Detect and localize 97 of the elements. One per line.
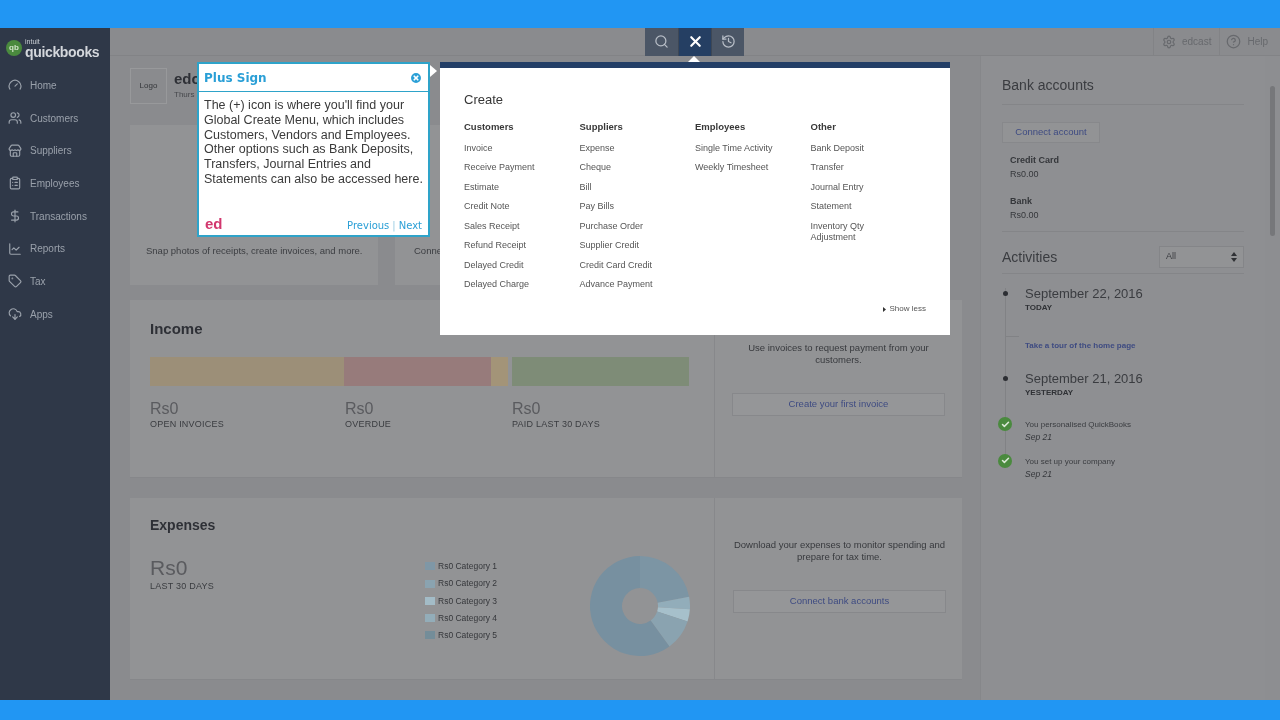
- menu-item[interactable]: Estimate: [464, 181, 554, 193]
- menu-item[interactable]: Refund Receipt: [464, 240, 554, 252]
- people-icon: [8, 111, 22, 126]
- sidebar-item[interactable]: Transactions: [0, 199, 110, 233]
- sidebar-item[interactable]: Reports: [0, 232, 110, 266]
- gauge-icon: [8, 78, 22, 93]
- menu-item[interactable]: Expense: [579, 142, 670, 154]
- menu-item[interactable]: Bill: [579, 181, 670, 193]
- activities-title: Activities: [1002, 247, 1058, 267]
- expenses-amount: Rs0: [150, 556, 189, 580]
- legend-label: Rs0 Category 1: [438, 560, 498, 573]
- menu-heading: Other: [810, 119, 837, 134]
- menu-item[interactable]: Inventory Qty Adjustment: [810, 220, 901, 243]
- menu-item[interactable]: Delayed Charge: [464, 279, 554, 291]
- menu-item[interactable]: Single Time Activity: [695, 142, 785, 154]
- account-balance: Rs0.00: [1010, 208, 1040, 222]
- stat-amount: Rs0: [150, 399, 180, 418]
- popup-body: The (+) icon is where you'll find your Global Create Menu, which includes Customers, Vendors and Employees. Other options such as Bank Deposits, Transfers, Journal Entries and Statements can also be accessed here.: [203, 97, 424, 187]
- line-chart-icon: [8, 241, 22, 256]
- menu-item[interactable]: Supplier Credit: [579, 240, 670, 252]
- toolbar-button[interactable]: [711, 27, 744, 56]
- tag-icon: [8, 274, 22, 289]
- activity-time: Sep 21: [1025, 467, 1053, 481]
- bank-accounts-title: Bank accounts: [1002, 76, 1095, 95]
- close-icon[interactable]: [409, 70, 423, 85]
- menu-item[interactable]: Advance Payment: [579, 279, 670, 291]
- menu-item[interactable]: Journal Entry: [810, 181, 901, 193]
- history-icon: [720, 34, 736, 49]
- menu-item[interactable]: Delayed Credit: [464, 259, 554, 271]
- brand-logo: ed: [205, 215, 223, 233]
- menu-heading: Customers: [464, 119, 515, 134]
- sidebar-item[interactable]: Employees: [0, 167, 110, 200]
- caret-icon: [882, 306, 886, 312]
- menu-item[interactable]: Pay Bills: [579, 201, 670, 213]
- toolbar-button[interactable]: [678, 27, 711, 56]
- account-name: Credit Card: [1010, 154, 1060, 167]
- sidebar-item[interactable]: Customers: [0, 101, 110, 135]
- expenses-period: LAST 30 DAYS: [150, 580, 215, 593]
- sidebar-item[interactable]: Tax: [0, 265, 110, 298]
- check-icon: [998, 453, 1012, 468]
- stat-label: OPEN INVOICES: [150, 417, 225, 431]
- stat-label: PAID LAST 30 DAYS: [512, 417, 601, 431]
- legend-label: Rs0 Category 5: [438, 629, 498, 642]
- help-icon: [1226, 34, 1242, 49]
- cloud-icon: [8, 307, 22, 322]
- menu-item[interactable]: Transfer: [810, 162, 901, 174]
- income-title: Income: [150, 319, 204, 339]
- settings-icon: [1161, 34, 1176, 49]
- popup-title: Plus Sign: [204, 69, 267, 87]
- menu-item[interactable]: Sales Receipt: [464, 220, 554, 232]
- check-icon: [998, 417, 1012, 431]
- activity-time: Sep 21: [1025, 431, 1053, 444]
- legend-label: Rs0 Category 4: [438, 611, 498, 625]
- clipboard-icon: [8, 176, 22, 191]
- activity-date: September 22, 2016: [1025, 286, 1144, 302]
- menu-item[interactable]: Purchase Order: [579, 220, 670, 232]
- activity-filter[interactable]: All: [1159, 246, 1244, 268]
- stat-amount: Rs0: [345, 399, 375, 418]
- show-less-link[interactable]: Show less: [889, 303, 926, 315]
- sidebar-item[interactable]: Home: [0, 69, 110, 102]
- menu-item[interactable]: Invoice: [464, 142, 554, 154]
- stat-amount: Rs0: [512, 399, 542, 418]
- sidebar-item[interactable]: Suppliers: [0, 134, 110, 168]
- menu-item[interactable]: Credit Note: [464, 201, 554, 213]
- store-icon: [8, 143, 22, 158]
- legend-label: Rs0 Category 2: [438, 577, 498, 590]
- account-balance: Rs0.00: [1010, 167, 1040, 181]
- menu-item[interactable]: Cheque: [579, 162, 670, 174]
- income-prompt: Use invoices to request payment from your customers.: [747, 342, 930, 366]
- search-icon: [654, 34, 669, 49]
- logo-upload-field[interactable]: Logo: [130, 68, 167, 104]
- legend-label: Rs0 Category 3: [438, 594, 498, 608]
- menu-item[interactable]: Credit Card Credit: [579, 259, 670, 271]
- logo-text: quickbooks: [25, 44, 100, 59]
- card-text: Snap photos of receipts, create invoices, and more.: [146, 243, 363, 258]
- activity-day: TODAY: [1025, 302, 1244, 314]
- activity-day: YESTERDAY: [1025, 387, 1244, 399]
- create-title: Create: [464, 91, 505, 109]
- expenses-title: Expenses: [150, 516, 217, 535]
- stat-label: OVERDUE: [345, 417, 393, 431]
- updown-icon: [1231, 252, 1237, 262]
- activity-date: September 21, 2016: [1025, 371, 1144, 387]
- menu-item[interactable]: Bank Deposit: [810, 142, 901, 154]
- menu-item[interactable]: Weekly Timesheet: [695, 162, 785, 174]
- activity-text: You personalised QuickBooks: [1025, 419, 1132, 431]
- expenses-prompt: Download your expenses to monitor spending and prepare for tax time.: [732, 539, 947, 563]
- dollar-icon: [8, 209, 22, 224]
- menu-item[interactable]: Statement: [810, 201, 901, 213]
- account-name: Bank: [1010, 195, 1033, 208]
- menu-heading: Employees: [695, 119, 747, 134]
- menu-item[interactable]: Receive Payment: [464, 162, 554, 174]
- link-separator: |: [392, 219, 396, 233]
- activity-text: You set up your company: [1025, 455, 1116, 468]
- sidebar-item[interactable]: Apps: [0, 297, 110, 331]
- logo-badge: qb: [6, 40, 22, 56]
- company-date: Thurs: [174, 89, 196, 101]
- menu-heading: Suppliers: [579, 119, 624, 134]
